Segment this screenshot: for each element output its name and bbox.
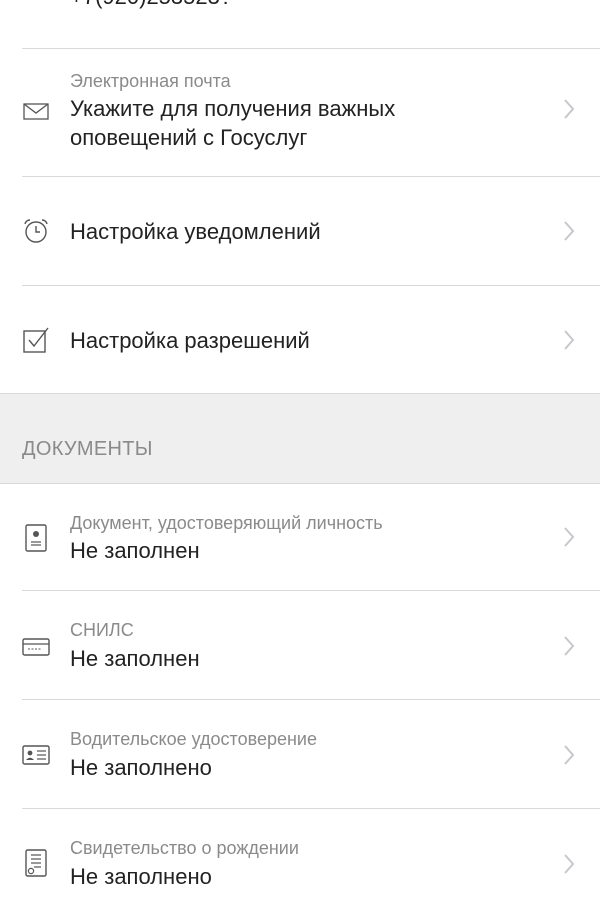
email-value-line1: Укажите для получения важных	[70, 96, 396, 121]
document-row-identity[interactable]: Документ, удостоверяющий личность Не зап…	[0, 484, 600, 590]
document-label: Документ, удостоверяющий личность	[70, 513, 383, 533]
document-value: Не заполнен	[70, 646, 200, 671]
permission-settings-row[interactable]: Настройка разрешений	[0, 286, 600, 394]
notification-settings-row[interactable]: Настройка уведомлений	[0, 177, 600, 285]
chevron-right-icon	[562, 328, 576, 352]
driver-license-icon	[22, 741, 50, 769]
checkbox-icon	[22, 326, 50, 354]
notification-settings-title: Настройка уведомлений	[70, 219, 321, 244]
document-row-birth-certificate[interactable]: Свидетельство о рождении Не заполнено	[0, 809, 600, 916]
email-value-line2: оповещений с Госуслуг	[70, 125, 308, 150]
document-label: СНИЛС	[70, 620, 134, 640]
chevron-right-icon	[562, 219, 576, 243]
snils-card-icon	[22, 633, 50, 661]
passport-icon	[22, 524, 50, 552]
chevron-right-icon	[562, 852, 576, 876]
document-label: Свидетельство о рождении	[70, 838, 299, 858]
chevron-right-icon	[562, 97, 576, 121]
document-label: Водительское удостоверение	[70, 729, 317, 749]
documents-section-title: ДОКУМЕНТЫ	[22, 438, 153, 460]
chevron-right-icon	[562, 743, 576, 767]
document-value: Не заполнено	[70, 864, 212, 889]
document-value: Не заполнен	[70, 538, 200, 563]
birth-certificate-icon	[22, 849, 50, 877]
phone-number-value: +7(920)253523?	[70, 0, 232, 10]
document-value: Не заполнено	[70, 755, 212, 780]
alarm-clock-icon	[22, 217, 50, 245]
documents-section-header: ДОКУМЕНТЫ	[0, 394, 600, 483]
chevron-right-icon	[562, 634, 576, 658]
document-row-driver-license[interactable]: Водительское удостоверение Не заполнено	[0, 700, 600, 808]
permission-settings-title: Настройка разрешений	[70, 328, 310, 353]
document-row-snils[interactable]: СНИЛС Не заполнен	[0, 591, 600, 699]
envelope-icon	[22, 97, 50, 125]
email-row[interactable]: Электронная почта Укажите для получения …	[0, 49, 600, 176]
chevron-right-icon	[562, 525, 576, 549]
email-label: Электронная почта	[70, 71, 231, 91]
